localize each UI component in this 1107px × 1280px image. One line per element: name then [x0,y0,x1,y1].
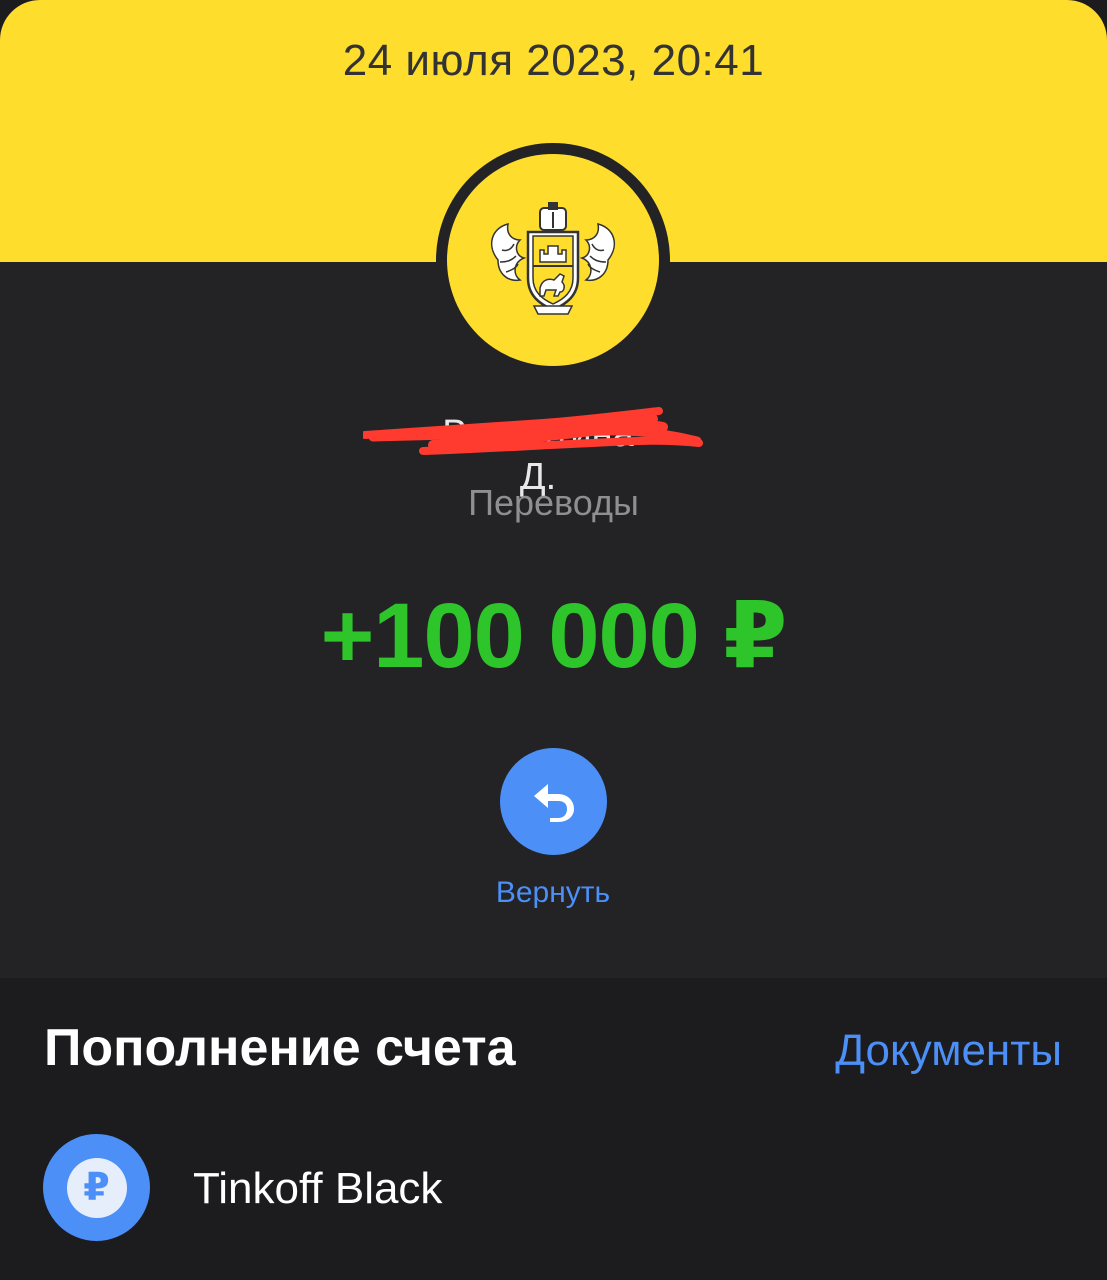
sender: Валентина Д. [363,405,703,498]
operation-card: 24 июля 2023, 20:41 Валентина Д. Перевод… [0,0,1107,978]
account-name: Tinkoff Black [193,1164,443,1213]
tinkoff-crest-icon [490,202,616,315]
operation-screen: 24 июля 2023, 20:41 Валентина Д. Перевод… [0,0,1107,1280]
redaction-scribble [363,407,703,455]
bank-logo-ring [436,143,670,377]
operation-category: Переводы [468,482,639,523]
section-title: Пополнение счета [44,1019,516,1077]
return-button-label[interactable]: Вернуть [453,876,653,910]
account-row[interactable]: ₽ Tinkoff Black [43,1134,1063,1242]
documents-link[interactable]: Документы [835,1026,1062,1076]
ruble-symbol: ₽ [66,1157,127,1218]
ruble-icon: ₽ [43,1134,150,1241]
tinkoff-bank-logo [447,154,659,366]
operation-datetime: 24 июля 2023, 20:41 [342,36,765,85]
return-arrow-icon [533,783,574,822]
operation-amount: +100 000 ₽ [320,585,788,687]
return-button[interactable]: Вернуть [453,748,653,918]
return-button-circle[interactable] [500,748,607,855]
